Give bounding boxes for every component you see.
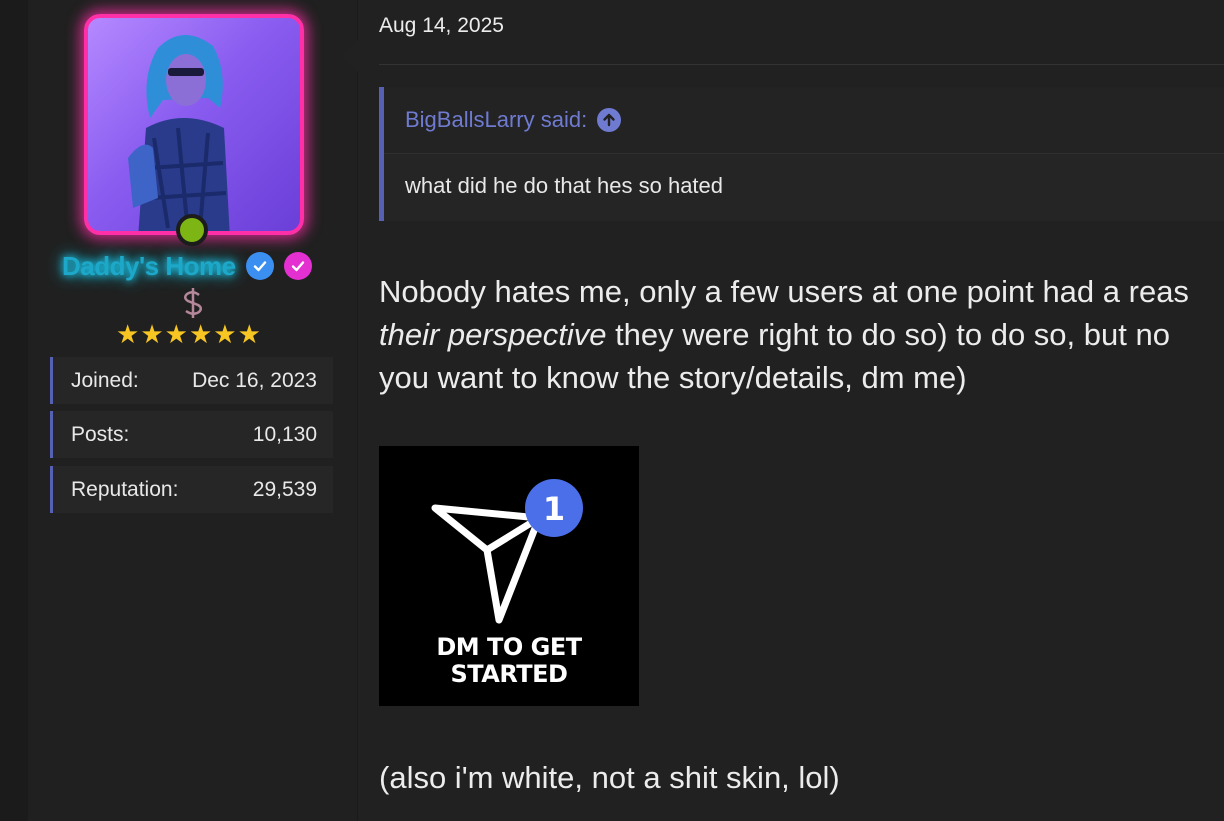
left-gutter bbox=[0, 0, 28, 821]
message-line: Nobody hates me, only a few users at one… bbox=[379, 274, 1189, 309]
go-to-quote-arrow-icon[interactable] bbox=[597, 108, 622, 132]
notification-count-badge: 1 bbox=[543, 490, 565, 528]
message-italic: their perspective bbox=[379, 317, 607, 352]
stat-posts: Posts: 10,130 bbox=[50, 411, 333, 458]
post-message-footer: (also i'm white, not a shit skin, lol) bbox=[379, 760, 840, 795]
star-icon: ★ bbox=[237, 320, 261, 350]
stat-label: Posts: bbox=[71, 422, 130, 446]
post-header-divider bbox=[379, 64, 1224, 65]
message-line: their perspective they were right to do … bbox=[379, 313, 1224, 356]
star-icon: ★ bbox=[164, 320, 188, 350]
username-row: Daddy's Home bbox=[62, 250, 312, 282]
star-icon: ★ bbox=[116, 320, 140, 350]
dm-caption: DM TO GET STARTED bbox=[379, 634, 639, 688]
quote-header: BigBallsLarry said: bbox=[384, 87, 1224, 154]
quote-text: what did he do that hes so hated bbox=[405, 173, 724, 198]
star-icon: ★ bbox=[188, 320, 213, 350]
post-date[interactable]: Aug 14, 2025 bbox=[379, 14, 504, 38]
username-link[interactable]: Daddy's Home bbox=[62, 251, 236, 282]
stat-value: Dec 16, 2023 bbox=[192, 368, 317, 392]
dm-caption-line: STARTED bbox=[450, 660, 568, 688]
stat-value: 29,539 bbox=[252, 477, 317, 501]
notification-count: 1 bbox=[543, 490, 565, 528]
post-message: Nobody hates me, only a few users at one… bbox=[379, 270, 1224, 399]
dm-to-get-started-image[interactable]: 1 DM TO GET STARTED bbox=[379, 446, 639, 706]
stat-label: Joined: bbox=[71, 368, 139, 392]
stat-value: 10,130 bbox=[252, 422, 317, 446]
star-icon: ★ bbox=[140, 320, 164, 350]
online-status-indicator bbox=[176, 214, 208, 246]
dollar-icon bbox=[184, 288, 202, 318]
stat-reputation: Reputation: 29,539 bbox=[50, 466, 333, 513]
premium-badge-icon bbox=[283, 252, 312, 280]
rating-stars: ★ ★ ★ ★ ★ ★ bbox=[116, 322, 261, 348]
quote-author-label: BigBallsLarry said: bbox=[405, 107, 588, 132]
post-pointer-arrow bbox=[342, 40, 358, 72]
message-text: they were right to do so) to do so, but … bbox=[606, 317, 1170, 352]
verified-badge-icon bbox=[245, 252, 274, 280]
avatar[interactable] bbox=[84, 14, 304, 235]
dm-caption-line: DM TO GET bbox=[436, 633, 582, 661]
stat-joined: Joined: Dec 16, 2023 bbox=[50, 357, 333, 404]
quote-block: BigBallsLarry said: what did he do that … bbox=[379, 87, 1224, 221]
avatar-figure-image bbox=[128, 34, 230, 231]
message-line: you want to know the story/details, dm m… bbox=[379, 360, 967, 395]
quote-author-link[interactable]: BigBallsLarry said: bbox=[405, 107, 622, 133]
star-icon: ★ bbox=[213, 320, 237, 350]
stat-label: Reputation: bbox=[71, 477, 179, 501]
